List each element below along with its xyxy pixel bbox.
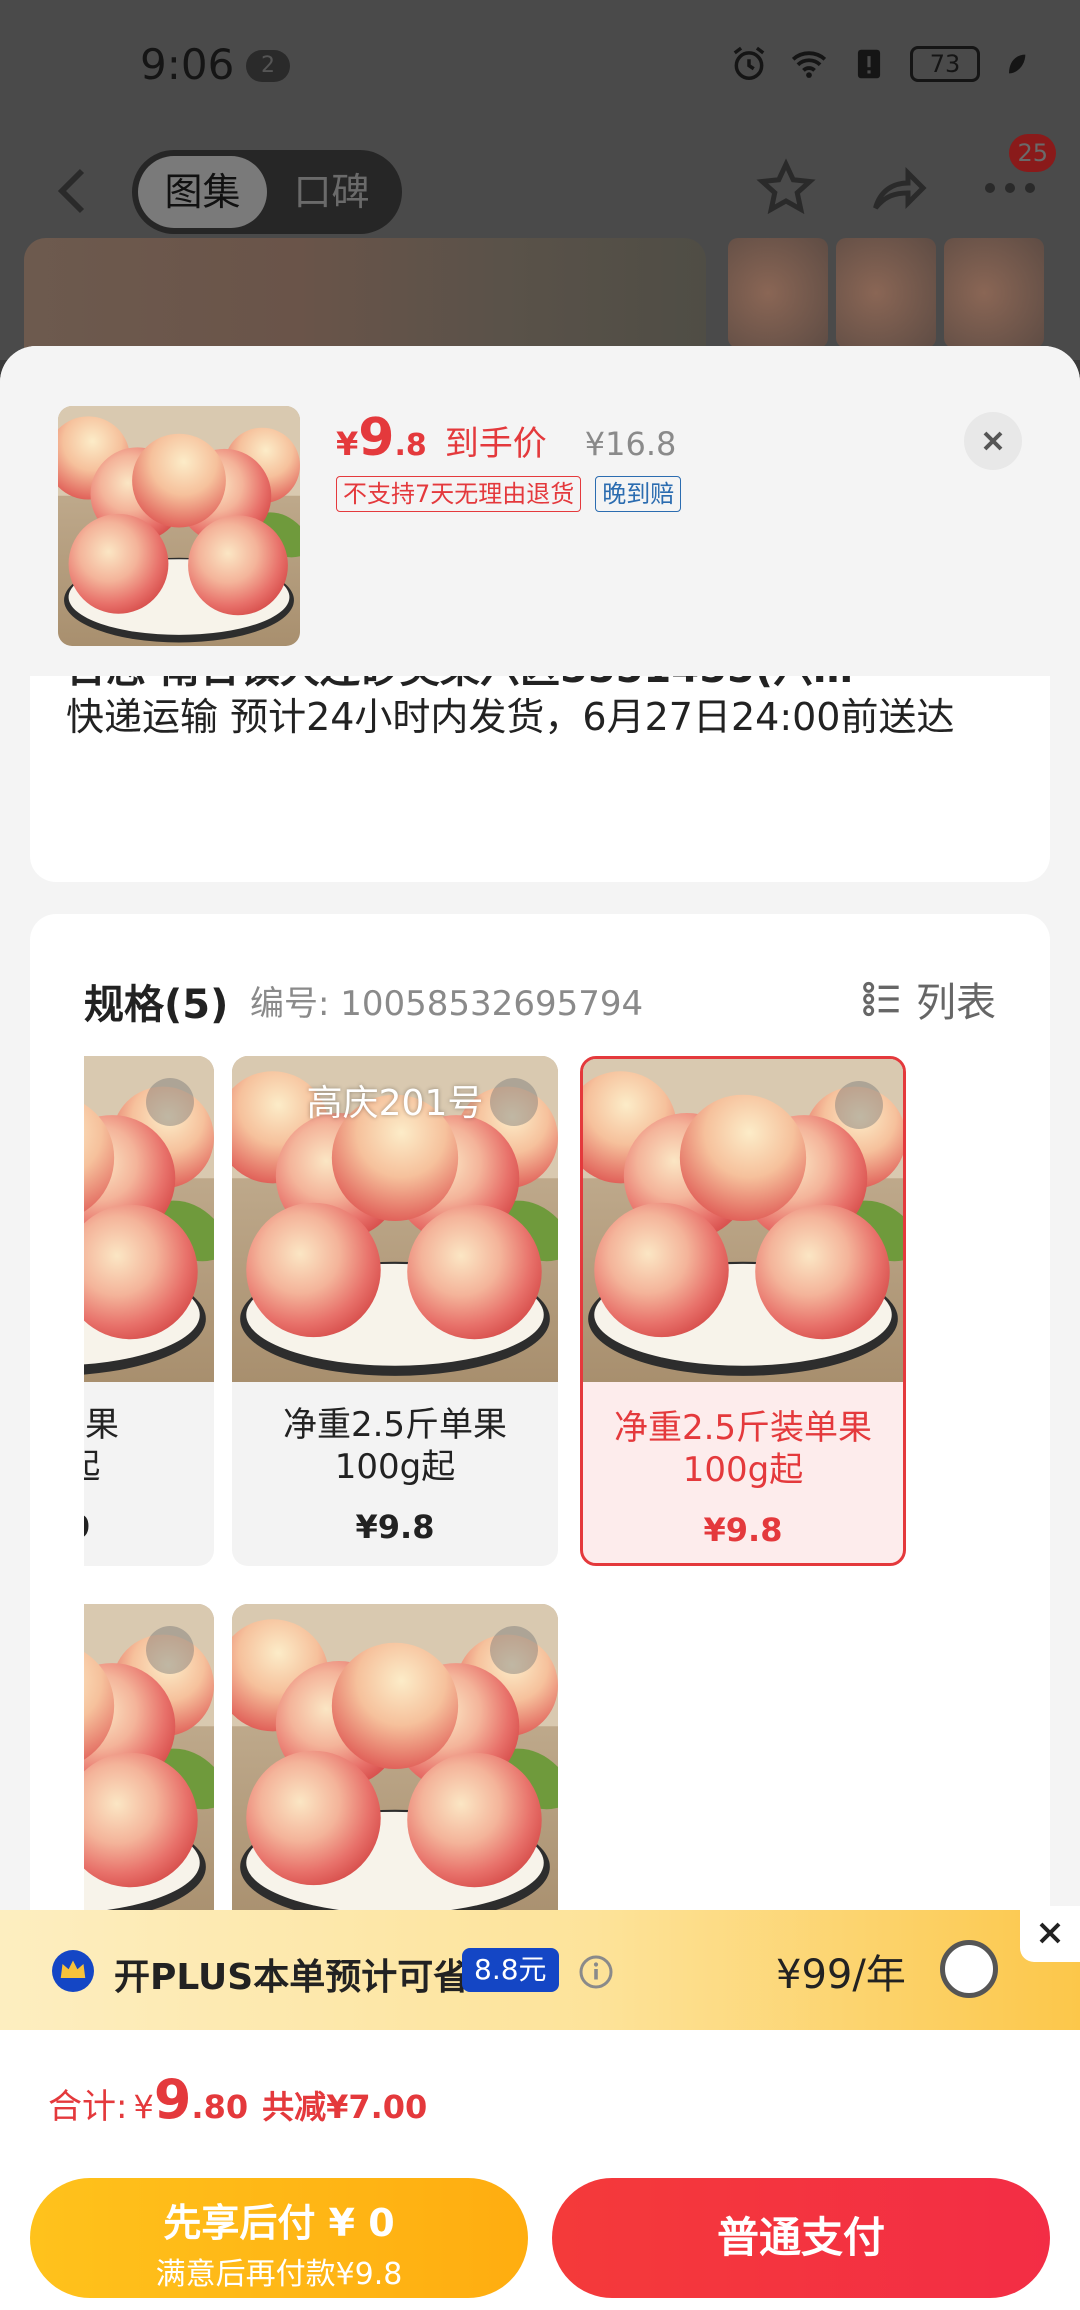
nav-actions: 25 xyxy=(756,134,1056,218)
total-reduction: 共减¥7.00 xyxy=(262,2088,428,2126)
sku-price: ¥6.9 xyxy=(84,1508,214,1546)
list-view-toggle[interactable]: 列表 xyxy=(862,970,996,1028)
pay-later-subtitle: 满意后再付款¥9.8 xyxy=(155,2257,403,2292)
sku-name: 净重2.5斤单果 100g起 xyxy=(282,1405,508,1487)
sku-name: 斤装单果 00g起 xyxy=(84,1405,119,1487)
price-line: ¥ 9 .8 到手价 ¥16.8 xyxy=(336,408,676,468)
more-badge: 25 xyxy=(1009,134,1056,172)
expand-icon[interactable] xyxy=(490,1626,538,1674)
total-integer: 9 xyxy=(153,2068,192,2131)
back-arrow-icon[interactable] xyxy=(52,166,92,216)
background-page: 9:06 2 73 图集 口碑 25 xyxy=(0,0,1080,360)
spec-title: 规格(5) xyxy=(84,982,229,1028)
pay-later-button[interactable]: 先享后付 ¥ 0 满意后再付款¥9.8 xyxy=(30,2178,528,2298)
sku-name: 净重2.5斤装单果 100g起 xyxy=(613,1408,873,1490)
product-thumbnail[interactable] xyxy=(58,406,300,646)
sku-price: ¥9.8 xyxy=(355,1508,435,1546)
plus-price: ¥99/年 xyxy=(776,1952,906,1998)
normal-pay-button[interactable]: 普通支付 xyxy=(552,2178,1050,2298)
alarm-icon xyxy=(733,46,765,80)
tab-reviews[interactable]: 口碑 xyxy=(267,156,396,228)
price-decimal: .8 xyxy=(394,428,427,463)
total-row: 合计: ¥ 9 .80 共减¥7.00 xyxy=(48,2068,427,2131)
list-view-label: 列表 xyxy=(916,980,996,1026)
sheet-header: ¥ 9 .8 到手价 ¥16.8 不支持7天无理由退货 晚到赔 xyxy=(0,346,1080,676)
checkout-footer: 合计: ¥ 9 .80 共减¥7.00 先享后付 ¥ 0 满意后再付款¥9.8 … xyxy=(0,2030,1080,2310)
star-icon[interactable] xyxy=(756,158,816,218)
alert-icon xyxy=(857,49,881,79)
sku-option-selected[interactable]: 净重2.5斤装单果 100g起 ¥9.8 xyxy=(580,1056,906,1566)
sku-option[interactable]: 高庆201号 净重2.5斤单果 100g起 ¥9.8 xyxy=(232,1056,558,1566)
gallery-thumb[interactable] xyxy=(728,238,828,348)
total-decimal: .80 xyxy=(191,2088,249,2126)
expand-icon[interactable] xyxy=(835,1081,883,1129)
plus-banner[interactable]: 开PLUS本单预计可省 8.8元 ¥99/年 xyxy=(0,1906,1080,2030)
status-icons: 73 xyxy=(730,44,1030,84)
gallery-thumb[interactable] xyxy=(836,238,936,348)
total-label: 合计: xyxy=(48,2087,128,2127)
view-segment: 图集 口碑 xyxy=(132,150,402,234)
more-button[interactable]: 25 xyxy=(980,134,1056,218)
price-currency: ¥ xyxy=(336,425,359,463)
expand-icon[interactable] xyxy=(146,1626,194,1674)
close-icon xyxy=(983,431,1003,451)
plus-close-button[interactable] xyxy=(1020,1906,1080,1962)
status-bar: 9:06 2 73 xyxy=(0,0,1080,130)
late-compensation-tag[interactable]: 晚到赔 xyxy=(595,476,682,512)
close-icon xyxy=(1039,1922,1061,1944)
info-icon[interactable] xyxy=(578,1954,614,1990)
battery-icon: 73 xyxy=(910,46,980,82)
price-integer: 9 xyxy=(358,408,395,468)
tab-gallery[interactable]: 图集 xyxy=(138,156,267,228)
wifi-icon xyxy=(791,51,827,78)
delivery-estimate: 快递运输 预计24小时内发货，6月27日24:00前送达 xyxy=(66,695,955,739)
top-nav: 图集 口碑 25 xyxy=(0,134,1080,240)
list-icon xyxy=(863,981,899,1017)
service-tags: 不支持7天无理由退货 晚到赔 xyxy=(336,476,682,512)
plus-radio[interactable] xyxy=(940,1940,998,1998)
gallery-thumb[interactable] xyxy=(944,238,1044,348)
plus-crown-icon xyxy=(52,1950,94,1992)
original-price: ¥16.8 xyxy=(584,425,677,463)
gallery-main-image[interactable] xyxy=(24,238,706,358)
notification-count-badge: 2 xyxy=(246,50,290,82)
product-code: 编号: 10058532695794 xyxy=(250,984,644,1024)
leaf-icon xyxy=(1009,54,1026,74)
share-icon[interactable] xyxy=(868,158,928,218)
status-time: 9:06 xyxy=(140,40,235,89)
sku-price: ¥9.8 xyxy=(703,1511,783,1549)
plus-save-badge: 8.8元 xyxy=(462,1948,559,1992)
total-currency: ¥ xyxy=(133,2088,154,2126)
expand-icon[interactable] xyxy=(490,1078,538,1126)
pay-later-title: 先享后付 ¥ 0 xyxy=(163,2201,395,2245)
plus-promo-text: 开PLUS本单预计可省 xyxy=(114,1957,470,1998)
expand-icon[interactable] xyxy=(146,1078,194,1126)
final-price-label: 到手价 xyxy=(444,424,547,464)
gallery-strip xyxy=(24,238,1056,358)
close-button[interactable] xyxy=(964,412,1022,470)
no-return-tag: 不支持7天无理由退货 xyxy=(336,476,582,512)
sku-option[interactable]: 斤装单果 00g起 ¥6.9 xyxy=(84,1056,214,1566)
